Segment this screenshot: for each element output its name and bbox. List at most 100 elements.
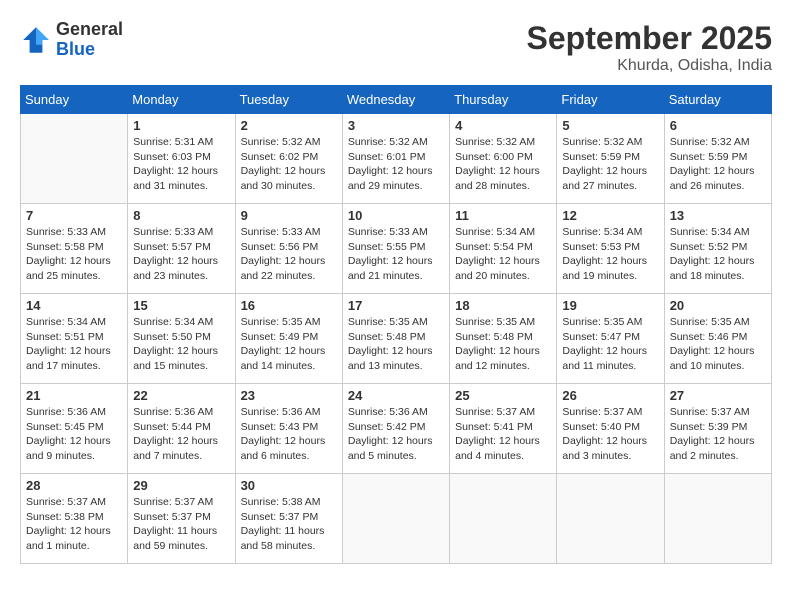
day-number: 6 [670,118,766,133]
day-info: Sunrise: 5:34 AMSunset: 5:52 PMDaylight:… [670,225,766,284]
calendar-cell: 6 Sunrise: 5:32 AMSunset: 5:59 PMDaylight… [664,114,771,204]
calendar-cell [21,114,128,204]
day-info: Sunrise: 5:33 AMSunset: 5:58 PMDaylight:… [26,225,122,284]
calendar-cell: 27 Sunrise: 5:37 AMSunset: 5:39 PMDayligh… [664,384,771,474]
calendar-cell: 14Sunrise: 5:34 AMSunset: 5:51 PMDayligh… [21,294,128,384]
day-number: 24 [348,388,444,403]
day-info: Sunrise: 5:36 AMSunset: 5:42 PMDaylight:… [348,405,444,464]
day-info: Sunrise: 5:35 AMSunset: 5:46 PMDaylight:… [670,315,766,374]
day-header-wednesday: Wednesday [342,86,449,114]
month-title: September 2025 [527,20,772,57]
day-number: 9 [241,208,337,223]
calendar-cell: 13 Sunrise: 5:34 AMSunset: 5:52 PMDayligh… [664,204,771,294]
calendar-week-2: 7Sunrise: 5:33 AMSunset: 5:58 PMDaylight… [21,204,772,294]
day-number: 17 [348,298,444,313]
day-number: 11 [455,208,551,223]
day-info: Sunrise: 5:33 AMSunset: 5:57 PMDaylight:… [133,225,229,284]
day-number: 3 [348,118,444,133]
title-block: September 2025 Khurda, Odisha, India [527,20,772,75]
day-info: Sunrise: 5:35 AMSunset: 5:48 PMDaylight:… [455,315,551,374]
day-info: Sunrise: 5:36 AMSunset: 5:44 PMDaylight:… [133,405,229,464]
calendar-cell: 11 Sunrise: 5:34 AMSunset: 5:54 PMDayligh… [450,204,557,294]
day-info: Sunrise: 5:32 AMSunset: 5:59 PMDaylight:… [562,135,658,194]
calendar-cell: 30 Sunrise: 5:38 AMSunset: 5:37 PMDayligh… [235,474,342,564]
logo-icon [20,24,52,56]
day-number: 30 [241,478,337,493]
calendar-week-1: 1Sunrise: 5:31 AMSunset: 6:03 PMDaylight… [21,114,772,204]
calendar-cell [557,474,664,564]
day-number: 2 [241,118,337,133]
calendar-header-row: SundayMondayTuesdayWednesdayThursdayFrid… [21,86,772,114]
day-info: Sunrise: 5:34 AMSunset: 5:53 PMDaylight:… [562,225,658,284]
calendar-cell: 3 Sunrise: 5:32 AMSunset: 6:01 PMDaylight… [342,114,449,204]
day-info: Sunrise: 5:36 AMSunset: 5:43 PMDaylight:… [241,405,337,464]
calendar-cell [342,474,449,564]
day-info: Sunrise: 5:32 AMSunset: 5:59 PMDaylight:… [670,135,766,194]
day-number: 12 [562,208,658,223]
day-number: 13 [670,208,766,223]
day-info: Sunrise: 5:37 AMSunset: 5:39 PMDaylight:… [670,405,766,464]
calendar-cell: 29 Sunrise: 5:37 AMSunset: 5:37 PMDayligh… [128,474,235,564]
day-number: 18 [455,298,551,313]
day-info: Sunrise: 5:35 AMSunset: 5:47 PMDaylight:… [562,315,658,374]
calendar-cell: 20 Sunrise: 5:35 AMSunset: 5:46 PMDayligh… [664,294,771,384]
calendar-cell: 9 Sunrise: 5:33 AMSunset: 5:56 PMDaylight… [235,204,342,294]
day-number: 28 [26,478,122,493]
calendar-cell: 2Sunrise: 5:32 AMSunset: 6:02 PMDaylight… [235,114,342,204]
day-number: 29 [133,478,229,493]
logo: General Blue [20,20,123,60]
day-info: Sunrise: 5:37 AMSunset: 5:40 PMDaylight:… [562,405,658,464]
calendar-cell: 24 Sunrise: 5:36 AMSunset: 5:42 PMDayligh… [342,384,449,474]
calendar-week-4: 21Sunrise: 5:36 AMSunset: 5:45 PMDayligh… [21,384,772,474]
calendar-cell: 1Sunrise: 5:31 AMSunset: 6:03 PMDaylight… [128,114,235,204]
day-info: Sunrise: 5:32 AMSunset: 6:00 PMDaylight:… [455,135,551,194]
day-info: Sunrise: 5:33 AMSunset: 5:56 PMDaylight:… [241,225,337,284]
day-info: Sunrise: 5:33 AMSunset: 5:55 PMDaylight:… [348,225,444,284]
calendar-cell: 7Sunrise: 5:33 AMSunset: 5:58 PMDaylight… [21,204,128,294]
calendar-cell: 16 Sunrise: 5:35 AMSunset: 5:49 PMDayligh… [235,294,342,384]
calendar-cell: 12 Sunrise: 5:34 AMSunset: 5:53 PMDayligh… [557,204,664,294]
calendar-cell: 22 Sunrise: 5:36 AMSunset: 5:44 PMDayligh… [128,384,235,474]
calendar-cell: 19Sunrise: 5:35 AMSunset: 5:47 PMDayligh… [557,294,664,384]
calendar-cell [664,474,771,564]
day-number: 4 [455,118,551,133]
day-number: 15 [133,298,229,313]
calendar-cell: 25 Sunrise: 5:37 AMSunset: 5:41 PMDayligh… [450,384,557,474]
day-number: 27 [670,388,766,403]
calendar-cell: 17Sunrise: 5:35 AMSunset: 5:48 PMDayligh… [342,294,449,384]
day-number: 20 [670,298,766,313]
calendar-cell: 15 Sunrise: 5:34 AMSunset: 5:50 PMDayligh… [128,294,235,384]
calendar-cell: 10 Sunrise: 5:33 AMSunset: 5:55 PMDayligh… [342,204,449,294]
calendar-cell: 26Sunrise: 5:37 AMSunset: 5:40 PMDayligh… [557,384,664,474]
day-info: Sunrise: 5:34 AMSunset: 5:54 PMDaylight:… [455,225,551,284]
calendar-week-3: 14Sunrise: 5:34 AMSunset: 5:51 PMDayligh… [21,294,772,384]
location: Khurda, Odisha, India [527,57,772,75]
calendar-cell [450,474,557,564]
day-info: Sunrise: 5:37 AMSunset: 5:38 PMDaylight:… [26,495,122,554]
day-info: Sunrise: 5:37 AMSunset: 5:37 PMDaylight:… [133,495,229,554]
day-info: Sunrise: 5:37 AMSunset: 5:41 PMDaylight:… [455,405,551,464]
day-header-friday: Friday [557,86,664,114]
calendar-cell: 18 Sunrise: 5:35 AMSunset: 5:48 PMDayligh… [450,294,557,384]
day-info: Sunrise: 5:38 AMSunset: 5:37 PMDaylight:… [241,495,337,554]
page-header: General Blue September 2025 Khurda, Odis… [20,20,772,75]
day-number: 8 [133,208,229,223]
day-number: 10 [348,208,444,223]
day-number: 5 [562,118,658,133]
day-header-monday: Monday [128,86,235,114]
day-number: 14 [26,298,122,313]
day-number: 16 [241,298,337,313]
day-info: Sunrise: 5:32 AMSunset: 6:01 PMDaylight:… [348,135,444,194]
day-header-sunday: Sunday [21,86,128,114]
day-info: Sunrise: 5:36 AMSunset: 5:45 PMDaylight:… [26,405,122,464]
calendar-cell: 4 Sunrise: 5:32 AMSunset: 6:00 PMDaylight… [450,114,557,204]
day-number: 25 [455,388,551,403]
day-header-thursday: Thursday [450,86,557,114]
day-info: Sunrise: 5:34 AMSunset: 5:50 PMDaylight:… [133,315,229,374]
day-number: 22 [133,388,229,403]
day-info: Sunrise: 5:35 AMSunset: 5:49 PMDaylight:… [241,315,337,374]
day-info: Sunrise: 5:31 AMSunset: 6:03 PMDaylight:… [133,135,229,194]
calendar-week-5: 28 Sunrise: 5:37 AMSunset: 5:38 PMDayligh… [21,474,772,564]
day-number: 23 [241,388,337,403]
calendar-cell: 8 Sunrise: 5:33 AMSunset: 5:57 PMDaylight… [128,204,235,294]
